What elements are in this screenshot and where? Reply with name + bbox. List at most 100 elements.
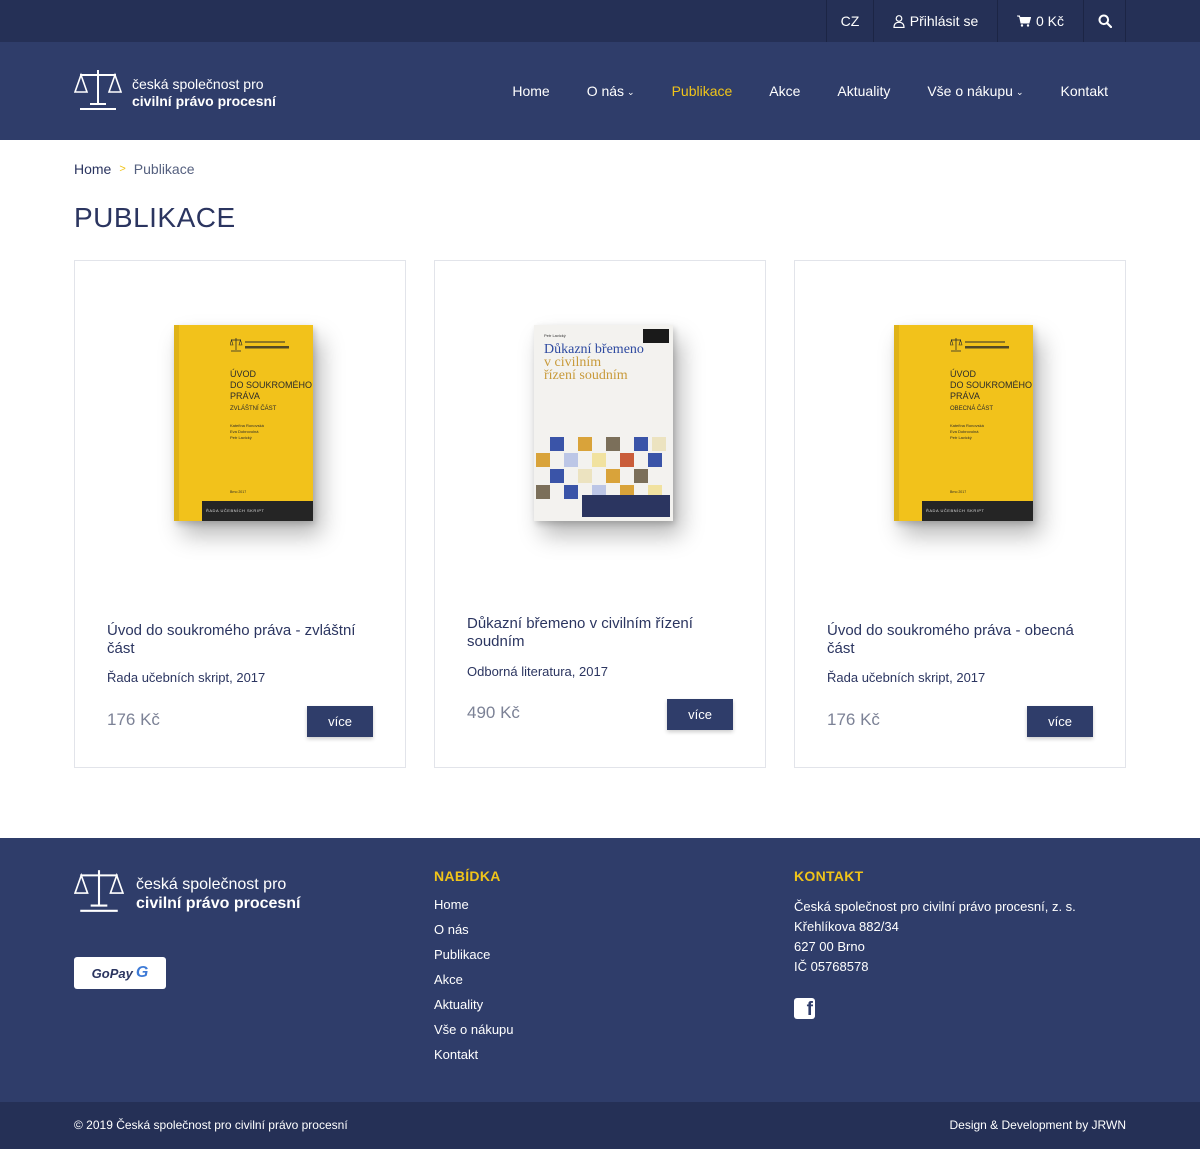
nav-akce[interactable]: Akce xyxy=(769,83,800,99)
contact-ic: IČ 05768578 xyxy=(794,959,869,974)
product-meta: Odborná literatura, 2017 xyxy=(467,664,608,679)
facebook-glyph: f xyxy=(806,999,813,1019)
product-card: ÚVOD DO SOUKROMÉHO PRÁVA ZVLÁŠTNÍ ČÁST K… xyxy=(74,260,406,768)
gopay-badge[interactable]: GoPay G xyxy=(74,957,166,989)
book-cover-image[interactable]: ÚVOD DO SOUKROMÉHO PRÁVA ZVLÁŠTNÍ ČÁST K… xyxy=(174,325,313,521)
cover-subtitle: OBECNÁ ČÁST xyxy=(950,406,994,412)
breadcrumb-separator: > xyxy=(119,163,126,175)
cover-year: Brno 2017 xyxy=(950,490,967,494)
cover-series: ŘADA UČEBNÍCH SKRIPT xyxy=(926,508,985,513)
footer-logo-line-2: civilní právo procesní xyxy=(136,894,301,912)
language-switch[interactable]: CZ xyxy=(827,0,874,42)
footer-link-akce[interactable]: Akce xyxy=(434,972,514,997)
footer-contact: Česká společnost pro civilní právo proce… xyxy=(794,897,1076,977)
cart-link[interactable]: 0 Kč xyxy=(998,0,1084,42)
footer-logo-line-1: česká společnost pro xyxy=(136,875,287,893)
more-button[interactable]: více xyxy=(307,706,373,737)
cover-authors: Kateřina Ronovská Eva Dobrovolná Petr La… xyxy=(230,423,264,440)
product-title[interactable]: Úvod do soukromého práva - zvláštní část xyxy=(107,622,377,658)
nav-vse-o-nakupu-label: Vše o nákupu xyxy=(927,83,1013,99)
footer-link-publikace[interactable]: Publikace xyxy=(434,947,514,972)
contact-org: Česká společnost pro civilní právo proce… xyxy=(794,899,1076,914)
footer-contact-heading: KONTAKT xyxy=(794,868,864,884)
footer-link-o-nas[interactable]: O nás xyxy=(434,922,514,947)
breadcrumb-current: Publikace xyxy=(133,161,195,177)
contact-city: 627 00 Brno xyxy=(794,939,865,954)
cover-author: Petr Lavický xyxy=(544,333,566,338)
main-header: česká společnost pro civilní právo proce… xyxy=(0,42,1200,140)
scales-logo-icon xyxy=(73,68,123,117)
book-cover-image[interactable]: ÚVOD DO SOUKROMÉHO PRÁVA OBECNÁ ČÁST Kat… xyxy=(894,325,1033,521)
gopay-text: GoPay xyxy=(91,965,133,981)
product-title[interactable]: Úvod do soukromého práva - obecná část xyxy=(827,622,1097,658)
breadcrumb-home[interactable]: Home xyxy=(74,161,111,177)
more-button[interactable]: více xyxy=(1027,706,1093,737)
chevron-down-icon: ⌄ xyxy=(627,86,635,97)
book-cover-image[interactable]: Petr Lavický Důkazní břemeno v civilním … xyxy=(534,325,673,521)
page-title: PUBLIKACE xyxy=(74,202,236,233)
scales-logo-icon xyxy=(73,868,125,919)
nav-kontakt-label: Kontakt xyxy=(1060,83,1108,99)
product-meta: Řada učebních skript, 2017 xyxy=(107,670,266,685)
footer-logo-text: česká společnost pro civilní právo proce… xyxy=(136,875,301,913)
footer-link-kontakt[interactable]: Kontakt xyxy=(434,1047,514,1072)
logo-line-2: civilní právo procesní xyxy=(132,92,276,109)
nav-vse-o-nakupu[interactable]: Vše o nákupu ⌄ xyxy=(927,83,1023,99)
nav-home-label: Home xyxy=(512,83,550,99)
cover-year: Brno 2017 xyxy=(230,490,247,494)
contact-street: Křehlíkova 882/34 xyxy=(794,919,899,934)
publisher-logo xyxy=(643,329,669,343)
product-title[interactable]: Důkazní břemeno v civilním řízení soudní… xyxy=(467,615,737,651)
top-utility-bar: CZ Přihlásit se 0 Kč xyxy=(0,0,1200,42)
logo-text: česká společnost pro civilní právo proce… xyxy=(132,76,276,110)
nav-akce-label: Akce xyxy=(769,83,801,99)
footer-link-aktuality[interactable]: Aktuality xyxy=(434,997,514,1022)
language-label: CZ xyxy=(840,13,860,29)
main-nav: Home O nás ⌄ Publikace Akce Aktuality Vše… xyxy=(475,42,1108,140)
footer-link-home[interactable]: Home xyxy=(434,897,514,922)
product-price: 176 Kč xyxy=(107,710,160,729)
cover-series-band: ŘADA UČEBNÍCH SKRIPT xyxy=(202,501,313,521)
cover-series-band: ŘADA UČEBNÍCH SKRIPT xyxy=(922,501,1033,521)
nav-kontakt[interactable]: Kontakt xyxy=(1061,83,1108,99)
search-icon xyxy=(1098,14,1112,28)
product-price: 176 Kč xyxy=(827,710,880,729)
product-card: Petr Lavický Důkazní břemeno v civilním … xyxy=(434,260,766,768)
login-link[interactable]: Přihlásit se xyxy=(874,0,998,42)
facebook-icon[interactable]: f xyxy=(794,998,815,1019)
product-price: 490 Kč xyxy=(467,703,520,722)
search-button[interactable] xyxy=(1084,0,1126,42)
nav-publikace[interactable]: Publikace xyxy=(672,83,733,99)
bottom-bar: © 2019 Česká společnost pro civilní práv… xyxy=(0,1102,1200,1149)
footer-link-vse-o-nakupu[interactable]: Vše o nákupu xyxy=(434,1022,514,1047)
credit-link[interactable]: Design & Development by JRWN xyxy=(949,1118,1126,1132)
nav-o-nas[interactable]: O nás ⌄ xyxy=(587,83,635,99)
utility-items: CZ Přihlásit se 0 Kč xyxy=(826,0,1126,42)
cover-title: ÚVOD DO SOUKROMÉHO PRÁVA xyxy=(950,369,1033,401)
footer-logo[interactable]: česká společnost pro civilní právo proce… xyxy=(73,868,301,919)
book-spine xyxy=(174,325,179,521)
breadcrumb: Home > Publikace xyxy=(74,161,195,177)
cover-authors: Kateřina Ronovská Eva Dobrovolná Petr La… xyxy=(950,423,984,440)
logo-line-1: česká společnost pro xyxy=(132,75,264,92)
user-icon xyxy=(893,14,905,28)
cover-title-line-3: řízení soudním xyxy=(544,368,628,383)
cart-total: 0 Kč xyxy=(1035,13,1064,29)
footer-menu-heading: NABÍDKA xyxy=(434,868,501,884)
nav-home[interactable]: Home xyxy=(512,83,549,99)
cart-icon xyxy=(1016,15,1031,27)
nav-aktuality-label: Aktuality xyxy=(837,83,891,99)
copyright: © 2019 Česká společnost pro civilní práv… xyxy=(74,1118,348,1132)
site-logo[interactable]: česká společnost pro civilní právo proce… xyxy=(73,68,276,117)
nav-o-nas-label: O nás xyxy=(586,83,625,99)
cover-title: Důkazní břemeno v civilním řízení soudní… xyxy=(544,343,644,383)
product-card: ÚVOD DO SOUKROMÉHO PRÁVA OBECNÁ ČÁST Kat… xyxy=(794,260,1126,768)
product-meta: Řada učebních skript, 2017 xyxy=(827,670,986,685)
footer: česká společnost pro civilní právo proce… xyxy=(0,838,1200,1102)
cover-series: ŘADA UČEBNÍCH SKRIPT xyxy=(206,508,265,513)
nav-publikace-label: Publikace xyxy=(671,83,733,99)
nav-aktuality[interactable]: Aktuality xyxy=(837,83,890,99)
login-label: Přihlásit se xyxy=(909,13,979,29)
more-button[interactable]: více xyxy=(667,699,733,730)
footer-menu: Home O nás Publikace Akce Aktuality Vše … xyxy=(434,897,514,1072)
